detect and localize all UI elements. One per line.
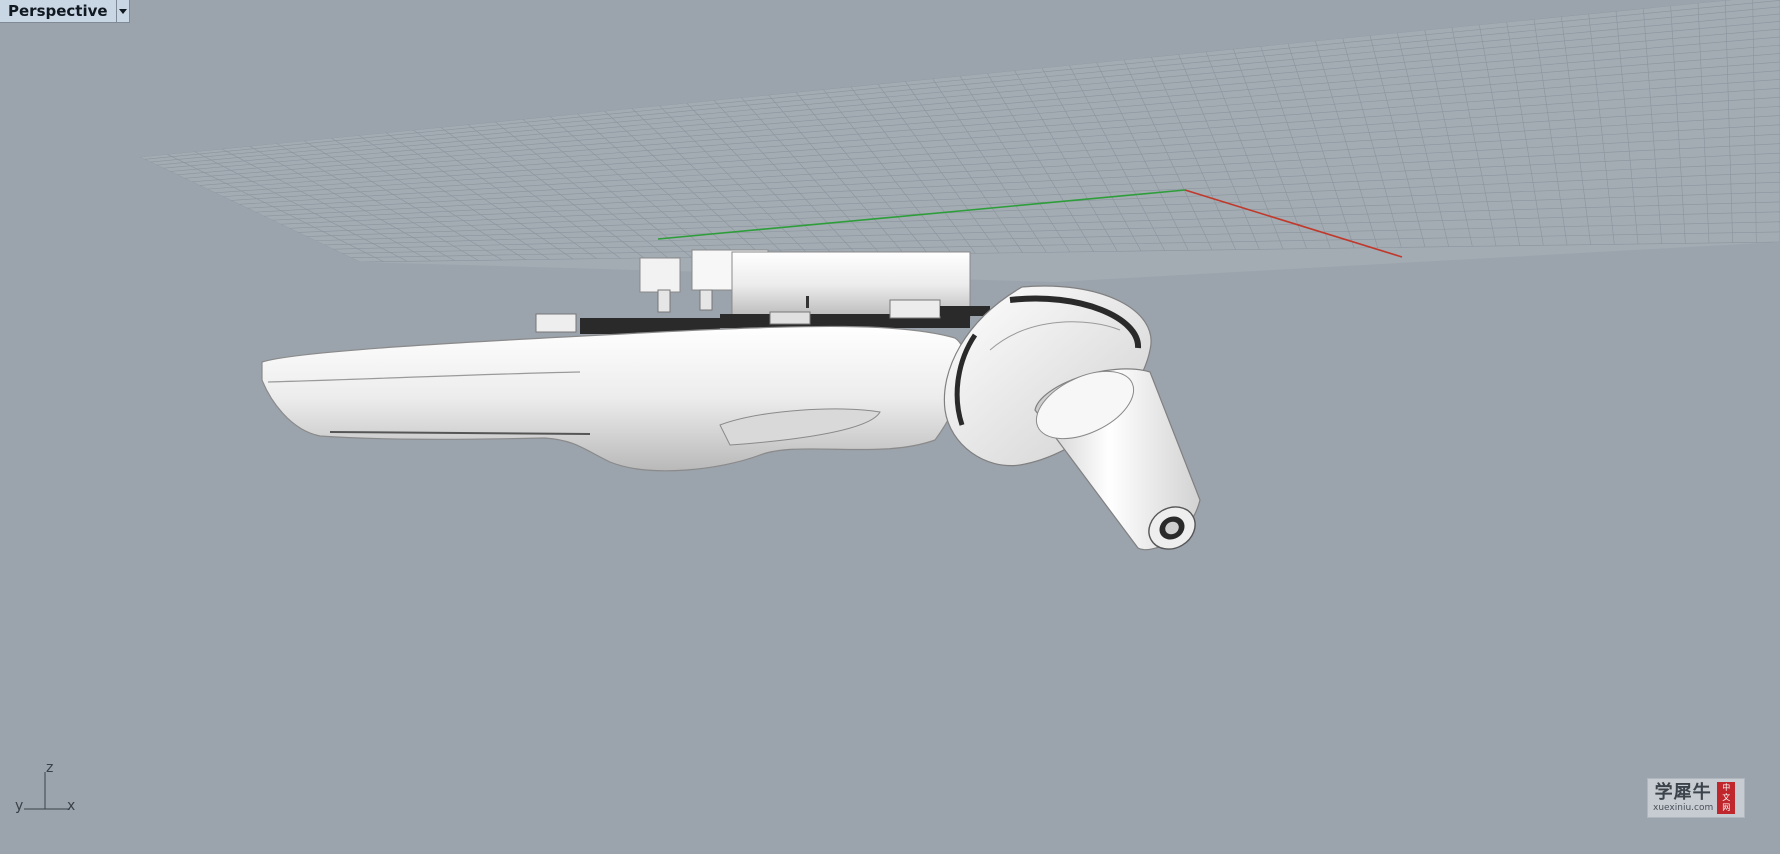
watermark-badge: 中 文 网 bbox=[1717, 782, 1736, 814]
viewport-tab[interactable]: Perspective bbox=[0, 0, 130, 23]
watermark-main: 学犀牛 bbox=[1654, 781, 1712, 803]
watermark-badge-char: 中 bbox=[1722, 783, 1731, 792]
construction-grid bbox=[140, 0, 1780, 282]
chevron-down-icon[interactable] bbox=[115, 0, 129, 22]
watermark-badge-char: 网 bbox=[1722, 803, 1731, 812]
device-model[interactable] bbox=[261, 249, 1203, 557]
viewport-title[interactable]: Perspective bbox=[0, 0, 116, 22]
axis-label-y: y bbox=[15, 798, 24, 814]
axis-label-z: z bbox=[46, 760, 54, 776]
perspective-viewport[interactable]: Perspective z y x 学犀牛 xuexiniu.com 中 文 网 bbox=[0, 0, 1780, 854]
watermark-badge-char: 文 bbox=[1722, 793, 1731, 802]
watermark-logo: 学犀牛 xuexiniu.com 中 文 网 bbox=[1647, 778, 1745, 818]
watermark-url: xuexiniu.com bbox=[1653, 802, 1714, 813]
scene-canvas[interactable] bbox=[0, 0, 1780, 854]
axis-label-x: x bbox=[67, 798, 76, 814]
axis-indicator: z y x bbox=[12, 760, 82, 820]
watermark-text: 学犀牛 xuexiniu.com bbox=[1653, 781, 1714, 814]
